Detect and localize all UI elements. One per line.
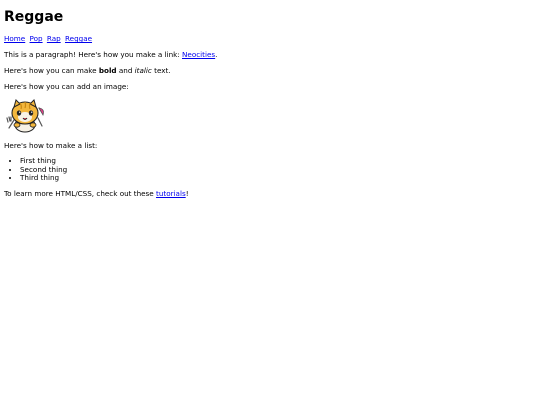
nav-link-home[interactable]: Home (4, 34, 25, 43)
paragraph-text: This is a paragraph! Here's how you make… (4, 50, 183, 60)
neocities-link[interactable]: Neocities (182, 50, 215, 59)
image-container (4, 98, 536, 134)
tutorials-link[interactable]: tutorials (156, 189, 186, 198)
nav-link-pop[interactable]: Pop (30, 34, 43, 43)
paragraph-text-end: . (215, 50, 218, 60)
learn-text: To learn more HTML/CSS, check out these (4, 189, 157, 199)
list-item: Third thing (20, 173, 536, 182)
neocities-cat-mascot-icon (6, 99, 44, 133)
paragraph-format-example: Here's how you can make bold and italic … (4, 66, 536, 75)
page-title: Reggae (4, 9, 64, 25)
paragraph-image-example: Here's how you can add an image: (4, 82, 129, 92)
nav-link-reggae[interactable]: Reggae (65, 34, 92, 43)
nav-bar: Home Pop Rap Reggae (4, 34, 536, 43)
paragraph-learn-more: To learn more HTML/CSS, check out these … (4, 189, 536, 198)
paragraph-link-example: This is a paragraph! Here's how you make… (4, 50, 536, 59)
learn-text-end: ! (185, 189, 189, 199)
format-text-middle: and (116, 66, 135, 76)
nav-link-rap[interactable]: Rap (47, 34, 61, 43)
format-text-end: text. (151, 66, 171, 76)
list-item: Second thing (20, 165, 536, 174)
page-content: Reggae Home Pop Rap Reggae This is a par… (0, 0, 540, 198)
paragraph-list-example: Here's how to make a list: (4, 141, 98, 151)
bold-text: bold (98, 66, 117, 76)
italic-text: italic (134, 66, 152, 76)
list-item: First thing (20, 157, 536, 166)
format-text-start: Here's how you can make (4, 66, 99, 76)
example-list: First thing Second thing Third thing (4, 157, 536, 182)
